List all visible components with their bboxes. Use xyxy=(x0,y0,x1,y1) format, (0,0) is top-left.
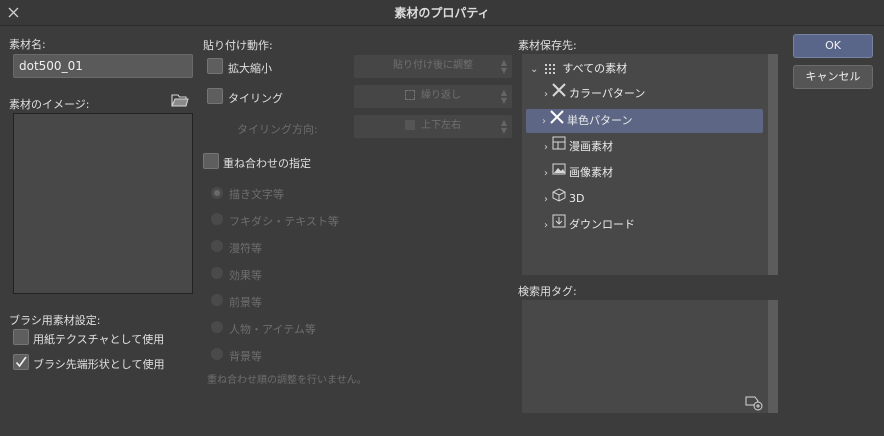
tiling-direction-label: タイリング方向: xyxy=(237,123,318,136)
tiling-direction-value: 上下左右 xyxy=(421,120,461,131)
add-tag-icon[interactable] xyxy=(744,393,764,411)
tree-item-mono-pattern[interactable]: › 単色パターン xyxy=(526,109,763,133)
material-name-input[interactable]: dot500_01 xyxy=(13,54,193,78)
tree-item-color-pattern[interactable]: › カラーパターン xyxy=(544,82,760,106)
chevron-right-icon[interactable]: › xyxy=(544,89,548,100)
paste-behavior-label: 貼り付け動作: xyxy=(203,39,273,52)
tree-item-all-materials[interactable]: ⌄ すべての素材 xyxy=(530,57,760,81)
tree-item-3d[interactable]: › 3D xyxy=(544,187,760,211)
paper-texture-label: 用紙テクスチャとして使用 xyxy=(33,333,165,346)
chevron-right-icon[interactable]: › xyxy=(544,168,548,179)
brush-settings-label: ブラシ用素材設定: xyxy=(9,314,101,327)
scale-label: 拡大縮小 xyxy=(228,62,272,75)
chevron-right-icon[interactable]: › xyxy=(544,194,548,205)
tree-item-label: すべての素材 xyxy=(562,62,628,75)
close-icon[interactable] xyxy=(5,4,23,22)
brush-tip-label: ブラシ先端形状として使用 xyxy=(33,358,165,371)
tree-item-label: ダウンロード xyxy=(569,218,635,231)
tiling-direction-spinner-icon: ▲ ▼ xyxy=(500,118,508,135)
scale-mode-spinner-icon: ▲ ▼ xyxy=(500,58,508,75)
overlay-note: 重ね合わせ順の調整を行いません。 xyxy=(207,375,367,386)
cancel-button[interactable]: キャンセル xyxy=(793,65,873,89)
tree-item-manga-material[interactable]: › 漫画素材 xyxy=(544,135,760,159)
tree-item-label: 漫画素材 xyxy=(569,140,613,153)
window-title: 素材のプロパティ xyxy=(394,6,490,20)
scale-mode-value: 貼り付け後に調整 xyxy=(393,60,473,71)
chevron-right-icon[interactable]: › xyxy=(544,220,548,231)
tree-item-label: 画像素材 xyxy=(569,166,613,179)
tree-item-image-material[interactable]: › 画像素材 xyxy=(544,161,760,185)
tiling-direction-select: 上下左右 xyxy=(354,115,512,138)
search-tags-area[interactable] xyxy=(522,300,778,413)
scale-checkbox[interactable] xyxy=(207,58,223,74)
overlay-radio-3 xyxy=(211,267,223,279)
grid-dots-icon xyxy=(543,63,556,75)
tiling-mode-spinner-icon: ▲ ▼ xyxy=(500,88,508,105)
cube-icon xyxy=(552,187,566,211)
material-image-preview xyxy=(13,113,193,294)
chevron-right-icon[interactable]: › xyxy=(542,116,546,127)
material-name-label: 素材名: xyxy=(9,38,46,51)
brush-tip-checkbox[interactable] xyxy=(13,354,29,370)
tree-item-label: カラーパターン xyxy=(569,87,646,100)
scale-mode-select: 貼り付け後に調整 xyxy=(354,55,512,78)
tiling-checkbox[interactable] xyxy=(207,88,223,104)
repeat-icon xyxy=(405,90,415,100)
download-icon xyxy=(552,213,566,237)
search-tags-label: 検索用タグ: xyxy=(518,285,577,298)
tree-item-download[interactable]: › ダウンロード xyxy=(544,213,760,237)
overlay-radio-1 xyxy=(211,213,223,225)
overlay-option-6: 背景等 xyxy=(229,350,262,363)
storage-location-label: 素材保存先: xyxy=(518,39,577,52)
overlay-option-0: 描き文字等 xyxy=(229,188,284,201)
tree-item-label: 3D xyxy=(569,192,585,205)
open-folder-icon[interactable] xyxy=(171,92,189,108)
overlay-option-4: 前景等 xyxy=(229,296,262,309)
tags-scrollbar[interactable] xyxy=(768,300,778,413)
image-icon xyxy=(552,161,566,185)
overlay-radio-6 xyxy=(211,348,223,360)
chevron-down-icon[interactable]: ⌄ xyxy=(530,64,538,75)
tiling-label: タイリング xyxy=(228,92,283,105)
overlay-checkbox[interactable] xyxy=(203,153,219,169)
overlay-option-2: 漫符等 xyxy=(229,242,262,255)
overlay-option-3: 効果等 xyxy=(229,269,262,282)
storage-tree-scrollbar[interactable] xyxy=(768,54,778,275)
paper-texture-checkbox[interactable] xyxy=(13,329,29,345)
pattern-x-icon xyxy=(549,109,564,133)
tiling-mode-select: 繰り返し xyxy=(354,85,512,108)
overlay-radio-2 xyxy=(211,240,223,252)
material-image-label: 素材のイメージ: xyxy=(9,98,90,111)
overlay-radio-4 xyxy=(211,294,223,306)
overlay-radio-0 xyxy=(211,187,223,199)
overlay-option-5: 人物・アイテム等 xyxy=(229,323,316,336)
ok-button[interactable]: OK xyxy=(793,34,873,58)
overlay-option-1: フキダシ・テキスト等 xyxy=(229,215,339,228)
direction-icon xyxy=(405,120,415,130)
pattern-x-icon xyxy=(551,82,566,106)
manga-frame-icon xyxy=(552,135,566,159)
chevron-right-icon[interactable]: › xyxy=(544,142,548,153)
tree-item-label: 単色パターン xyxy=(567,114,633,127)
overlay-label: 重ね合わせの指定 xyxy=(223,157,311,170)
tiling-mode-value: 繰り返し xyxy=(421,90,461,101)
overlay-radio-5 xyxy=(211,321,223,333)
